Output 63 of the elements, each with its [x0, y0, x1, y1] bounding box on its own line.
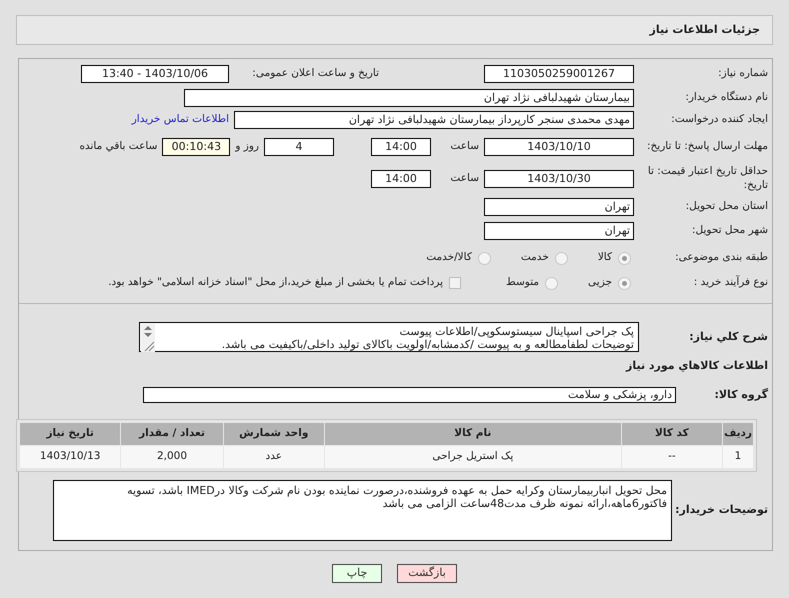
field-label: نام دستگاه خریدار: — [684, 91, 769, 105]
radio-label: کالا — [598, 250, 612, 266]
radio-button[interactable] — [545, 276, 558, 290]
table-cell: پک استریل جراحی — [324, 446, 621, 468]
print-button[interactable]: چاپ — [332, 564, 382, 583]
table-cell: 1403/10/13 — [20, 446, 120, 468]
radio-label: متوسط — [506, 275, 540, 290]
goods-group-field: دارو، پزشکی و سلامت — [143, 387, 676, 403]
time-field: 14:00 — [371, 170, 431, 188]
date-field: 1403/10/30 — [484, 170, 634, 188]
field-label: توضیحات خریدار: — [674, 502, 769, 518]
field-label: ایجاد کننده درخواست: — [670, 113, 769, 127]
buyer-org-field: بیمارستان شهیدلبافی نژاد تهران — [184, 89, 634, 107]
table-cell: عدد — [224, 446, 324, 468]
page-title: جزئیات اطلاعات نیاز — [650, 22, 760, 38]
field-label: شرح کلي نياز: — [688, 330, 769, 344]
field-label: گروه کالا: — [713, 388, 769, 402]
description-line: پک جراحی اسپاینال سیستوسکوپی/اطلاعات پیوست — [398, 325, 634, 338]
remaining-time-field: 00:10:43 — [162, 138, 230, 156]
column-header: ردیف — [723, 423, 753, 445]
field-label: مهلت ارسال پاسخ: تا تاریخ: — [646, 140, 769, 154]
description-line: توضیحات لطفامطالعه و به پیوست /کدمشابه/اولویت باکالای تولید داخلی/باکیفیت می باشد. — [220, 338, 634, 351]
radio-label: جزیی — [588, 275, 612, 290]
checkbox-label: پرداخت تمام یا بخشی از مبلغ خرید،از محل "اسناد خزانه اسلامی" خواهد بود. — [108, 275, 444, 290]
table-cell: 1 — [723, 446, 753, 468]
field-label: استان محل تحویل: — [684, 200, 769, 214]
date-field: 1403/10/10 — [484, 138, 634, 156]
contact-link[interactable]: اطلاعات تماس خریدار — [132, 112, 229, 128]
days-field: 4 — [264, 138, 334, 156]
field-label: تاریخ و ساعت اعلان عمومی: — [251, 66, 379, 82]
radio-label: خدمت — [520, 250, 549, 266]
table-cell: -- — [622, 446, 722, 468]
radio-label: کالا/خدمت — [426, 250, 472, 266]
radio-button[interactable] — [478, 252, 491, 264]
radio-button[interactable] — [618, 276, 631, 290]
time-label: ساعت — [449, 139, 479, 154]
radio-button[interactable] — [618, 252, 631, 264]
requester-field: مهدی محمدی سنجر کارپرداز بیمارستان شهیدلبافی نژاد تهران — [234, 111, 634, 129]
column-header: کد کالا — [622, 423, 722, 445]
column-header: تاریخ نیاز — [20, 423, 120, 445]
field-label: نوع فرآیند خرید : — [692, 276, 769, 290]
days-label: روز و — [235, 139, 259, 154]
province-field: تهران — [484, 198, 634, 216]
checkbox[interactable] — [449, 277, 462, 289]
back-button[interactable]: بازگشت — [397, 564, 457, 583]
radio-button[interactable] — [554, 252, 568, 264]
table-cell: 2,000 — [121, 446, 223, 468]
field-label: شهر محل تحویل: — [691, 224, 769, 238]
need-number-field: 1103050259001267 — [484, 65, 634, 83]
scrollbar-icon[interactable] — [141, 324, 155, 352]
column-header: واحد شمارش — [224, 423, 324, 445]
remaining-label: ساعت باقي مانده — [79, 139, 158, 154]
field-label: شماره نیاز: — [717, 67, 769, 81]
column-header: نام کالا — [324, 423, 621, 445]
city-field: تهران — [484, 222, 634, 240]
field-label: طبقه بندی موضوعی: — [674, 251, 769, 265]
field-label: حداقل تاریخ اعتبار قیمت: تا تاریخ: — [646, 165, 769, 193]
time-label: ساعت — [449, 171, 479, 186]
buyer-notes-box: محل تحویل انباربیمارستان وکرایه حمل به عهده فروشنده،درصورت نماینده بودن نام شرکت وکالا درIMED باشد، تسویه فاکتور6ماهه،ارائه نمونه ظرف مدت48ساعت الزامی می باشد — [53, 480, 672, 540]
section-heading: اطلاعات كالاهاي مورد نياز — [626, 358, 769, 374]
announce-date-field: 1403/10/06 - 13:40 — [81, 65, 229, 83]
time-field: 14:00 — [371, 138, 431, 156]
column-header: تعداد / مقدار — [121, 423, 223, 445]
